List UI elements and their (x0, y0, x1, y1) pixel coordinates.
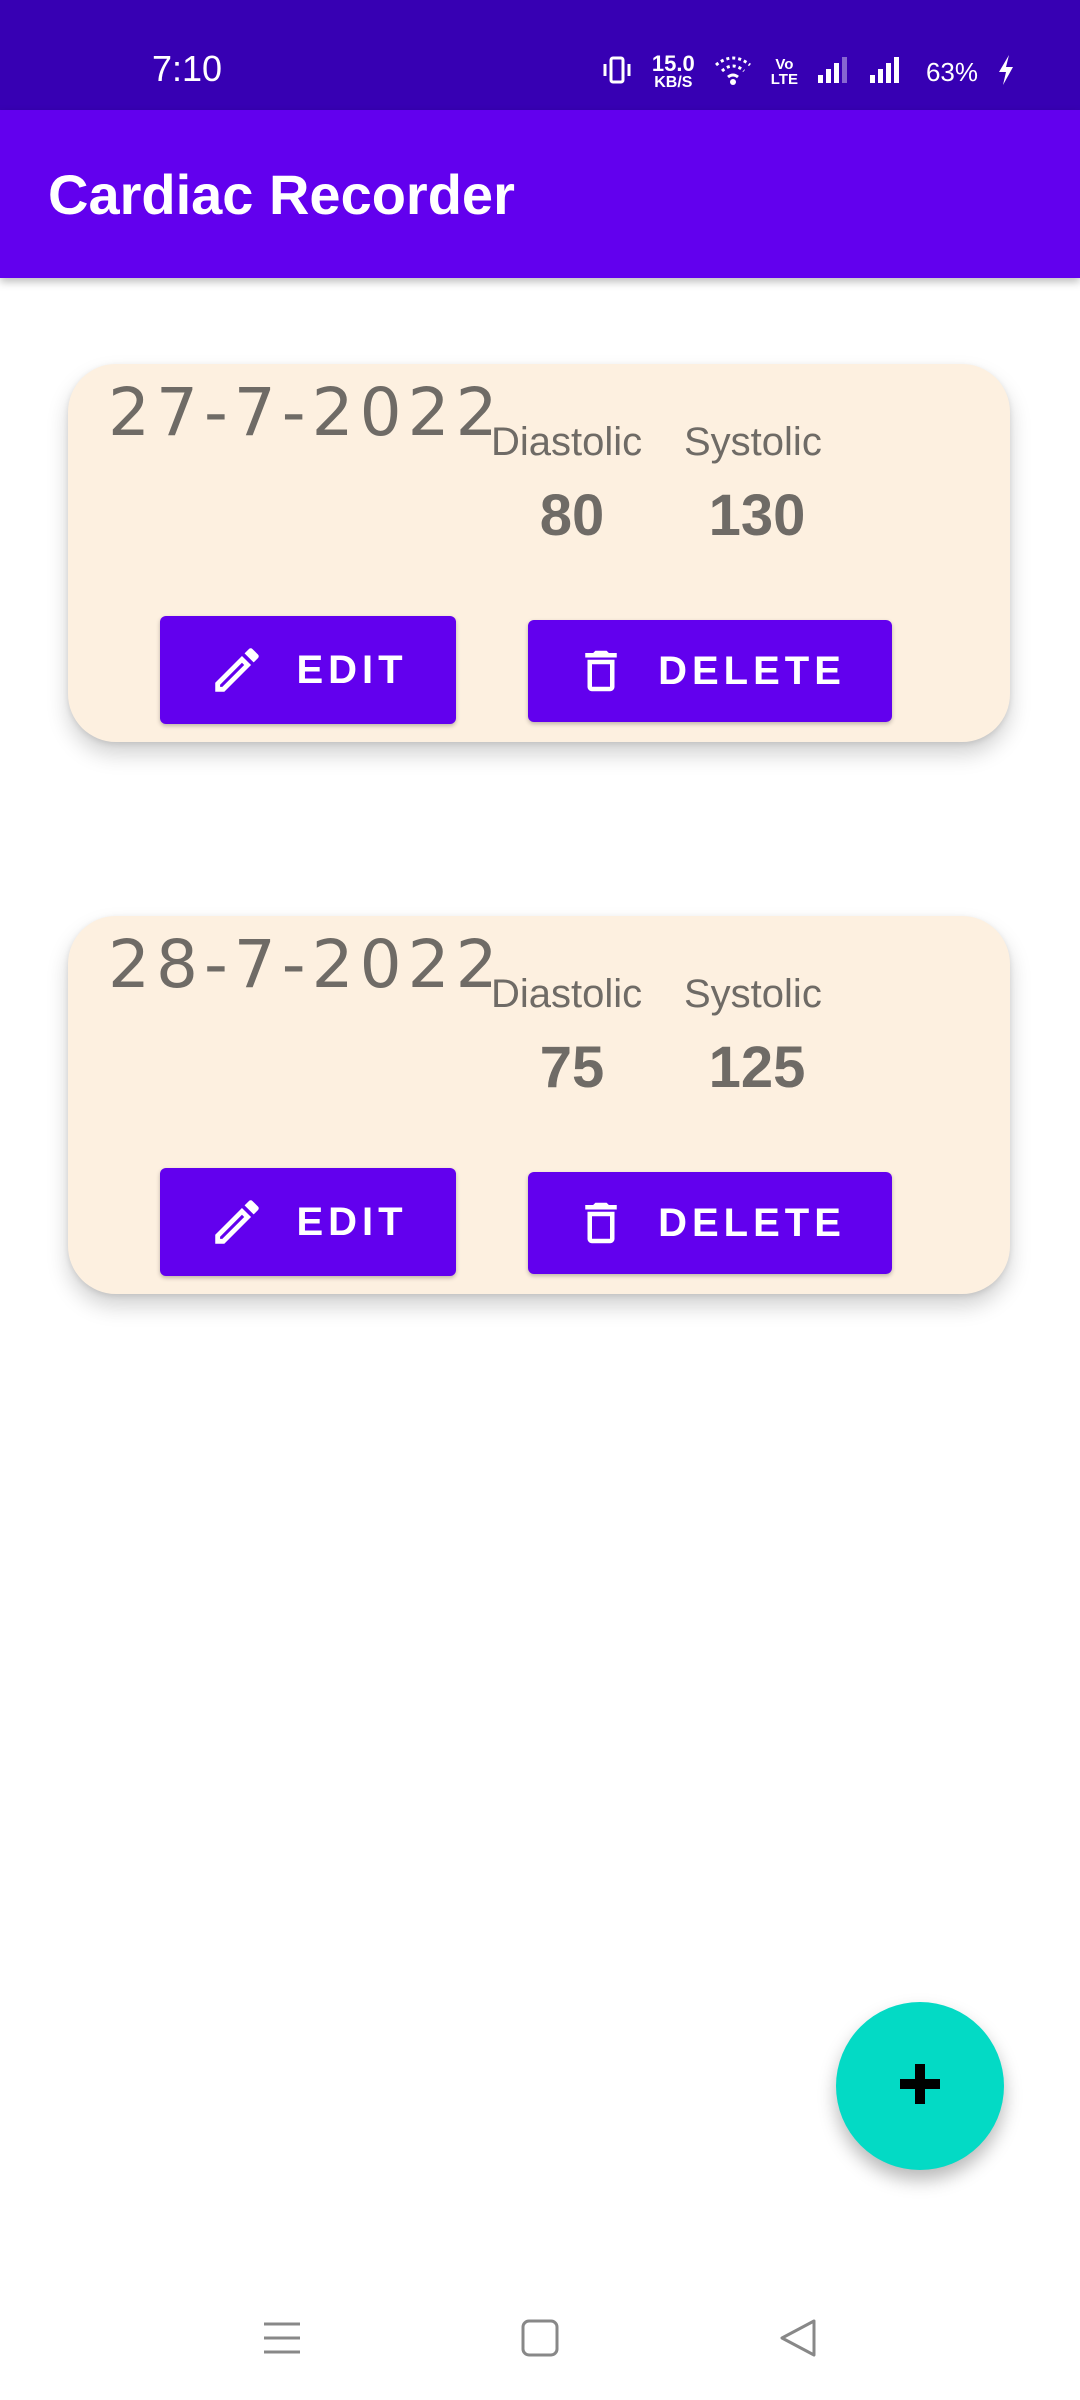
record-card: 27-7-2022 Diastolic Systolic 80 130 EDIT… (68, 364, 1010, 742)
home-button[interactable] (510, 2310, 570, 2370)
diastolic-label: Diastolic (491, 420, 643, 464)
diastolic-value: 75 (539, 1035, 605, 1100)
systolic-value: 130 (708, 483, 806, 548)
trash-icon (574, 1194, 628, 1252)
battery-percentage: 63% (925, 56, 978, 87)
record-date: 27-7-2022 (108, 374, 504, 451)
pencil-icon (208, 1193, 266, 1251)
diastolic-label: Diastolic (491, 972, 643, 1016)
network-speed-unit: KB/S (654, 74, 693, 91)
volte-indicator: Vo LTE (771, 57, 798, 87)
charging-icon (996, 54, 1016, 91)
systolic-value: 125 (708, 1035, 806, 1100)
add-record-button[interactable] (836, 2002, 1004, 2170)
delete-button-label: DELETE (658, 1200, 846, 1245)
edit-button[interactable]: EDIT (160, 1168, 456, 1276)
record-date: 28-7-2022 (108, 926, 504, 1003)
vibrate-icon (600, 53, 634, 92)
edit-button-label: EDIT (296, 647, 408, 692)
square-icon (520, 2318, 560, 2363)
systolic-label: Systolic (684, 972, 822, 1016)
system-navigation-bar (0, 2270, 1080, 2400)
edit-button-label: EDIT (296, 1199, 408, 1244)
signal-icon-sim1 (816, 55, 850, 90)
status-time: 7:10 (152, 48, 223, 89)
network-speed: 15.0 KB/S (652, 53, 695, 91)
status-icons: 15.0 KB/S Vo LTE 63% (600, 50, 1016, 94)
back-triangle-icon (778, 2318, 818, 2363)
menu-icon (262, 2318, 302, 2363)
wifi-icon (713, 53, 753, 92)
delete-button-label: DELETE (658, 648, 846, 693)
delete-button[interactable]: DELETE (528, 1172, 892, 1274)
delete-button[interactable]: DELETE (528, 620, 892, 722)
volte-bottom: LTE (770, 71, 798, 88)
app-bar: Cardiac Recorder (0, 110, 1080, 278)
plus-icon (896, 2060, 944, 2113)
volte-top: Vo (775, 56, 794, 73)
status-bar: 7:10 15.0 KB/S Vo LTE 63% (0, 0, 1080, 110)
network-speed-value: 15.0 (651, 51, 695, 76)
back-button[interactable] (768, 2310, 828, 2370)
edit-button[interactable]: EDIT (160, 616, 456, 724)
diastolic-value: 80 (539, 483, 605, 548)
app-title: Cardiac Recorder (48, 163, 515, 226)
systolic-label: Systolic (684, 420, 822, 464)
record-card: 28-7-2022 Diastolic Systolic 75 125 EDIT… (68, 916, 1010, 1294)
pencil-icon (208, 641, 266, 699)
signal-icon-sim2 (868, 55, 908, 90)
recent-apps-button[interactable] (252, 2310, 312, 2370)
trash-icon (574, 642, 628, 700)
